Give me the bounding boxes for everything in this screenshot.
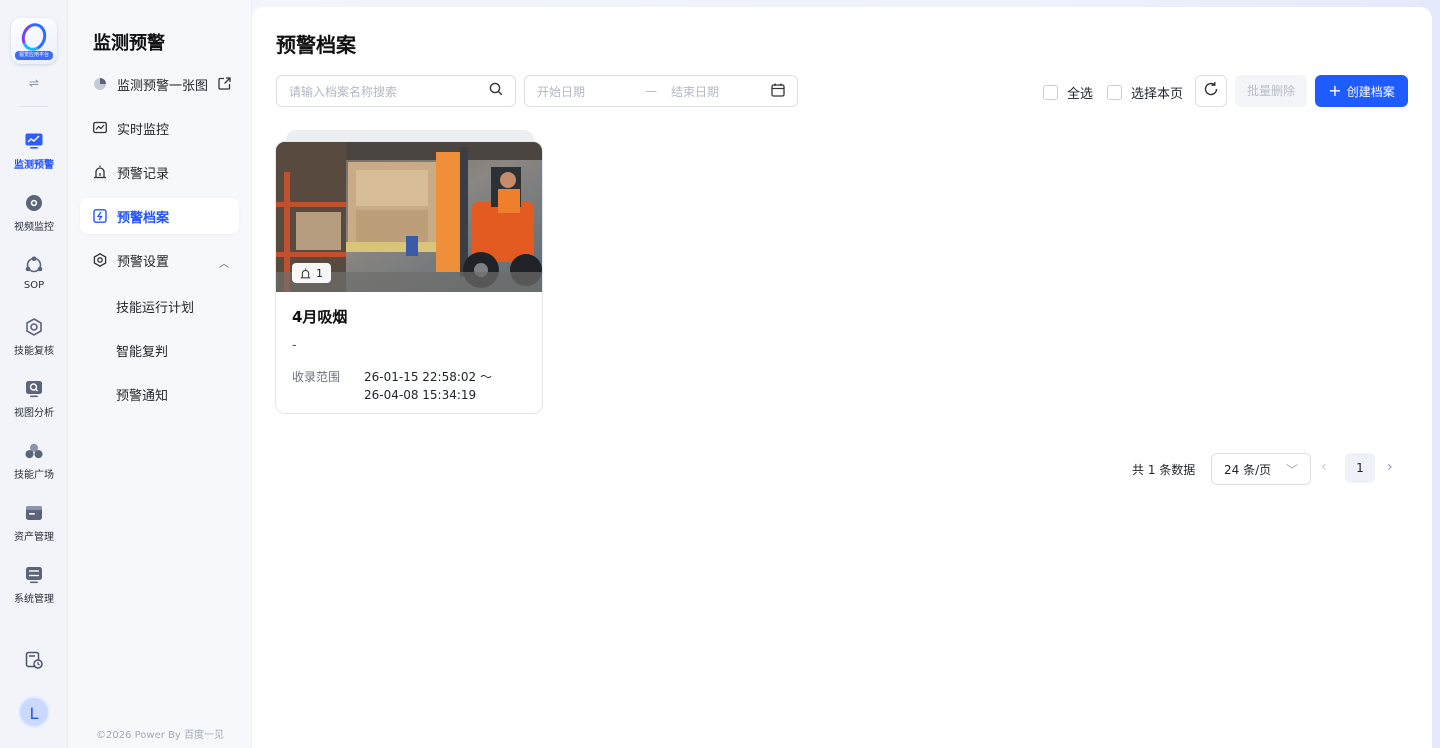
platform-logo[interactable]: 视觉应用平台 <box>11 18 57 64</box>
view-search-icon <box>25 380 43 398</box>
date-end-placeholder[interactable]: 结束日期 <box>671 83 771 100</box>
menu-item-realtime[interactable]: 实时监控 <box>80 110 239 146</box>
total-count: 共 1 条数据 <box>1132 463 1196 477</box>
rail-item-asset[interactable]: 资产管理 <box>0 498 68 550</box>
pie-chart-icon <box>93 77 107 91</box>
select-page-label: 选择本页 <box>1131 87 1184 102</box>
icon-rail: 视觉应用平台 ⇌ 监测预警 视频监控 SOP 技能复核 视图分析 技能广场 资产… <box>0 0 68 748</box>
search-input[interactable]: 请输入档案名称搜索 <box>276 75 516 107</box>
page-title: 预警档案 <box>276 33 356 57</box>
menu-item-label: 预警记录 <box>117 166 170 182</box>
search-icon[interactable] <box>489 82 503 100</box>
rail-item-skill-review[interactable]: 技能复核 <box>0 312 68 364</box>
rail-item-label: SOP <box>23 280 45 291</box>
task-clock-icon[interactable] <box>25 651 43 669</box>
menu-item-label: 预警档案 <box>117 210 170 226</box>
menu-item-alert-archive[interactable]: 预警档案 <box>80 198 239 234</box>
archive-title: 4月吸烟 <box>292 308 348 326</box>
next-page-icon[interactable]: › <box>1387 459 1393 475</box>
submenu-title: 监测预警 <box>93 33 165 54</box>
sub-navigation: 监测预警 监测预警一张图 实时监控 预警记录 预警档案 预警设置 ︿ 技能运行计… <box>68 0 252 748</box>
monitor-chart-icon <box>25 132 43 150</box>
menu-item-alert-settings[interactable]: 预警设置 ︿ <box>80 242 239 278</box>
select-all-label: 全选 <box>1067 87 1094 102</box>
date-start-placeholder[interactable]: 开始日期 <box>537 83 637 100</box>
menu-child-smart-review[interactable]: 智能复判 <box>116 341 168 360</box>
rail-divider <box>20 106 48 107</box>
camera-icon <box>25 194 43 212</box>
main-panel: 预警档案 请输入档案名称搜索 开始日期 — 结束日期 全选 选择本页 批量删除 … <box>252 7 1432 748</box>
refresh-button[interactable] <box>1195 75 1227 107</box>
calendar-icon[interactable] <box>771 83 785 100</box>
menu-child-skill-plan[interactable]: 技能运行计划 <box>116 297 194 316</box>
logo-ring-icon <box>17 19 51 55</box>
select-page-checkbox[interactable]: 选择本页 <box>1107 83 1183 102</box>
menu-item-label: 监测预警一张图 <box>117 78 209 94</box>
refresh-icon <box>1203 81 1219 101</box>
date-separator: — <box>645 84 657 98</box>
rail-item-sop[interactable]: SOP <box>0 250 68 302</box>
chevron-down-icon: ﹀ <box>1285 462 1298 477</box>
rail-item-label: 技能复核 <box>14 346 54 357</box>
search-placeholder: 请输入档案名称搜索 <box>289 84 398 99</box>
rail-item-label: 监测预警 <box>14 160 54 171</box>
page-size-value: 24 条/页 <box>1224 462 1272 477</box>
create-archive-label: 创建档案 <box>1346 84 1395 99</box>
rail-item-label: 资产管理 <box>14 532 54 543</box>
rail-item-label: 系统管理 <box>14 594 54 605</box>
chevron-up-icon[interactable]: ︿ <box>219 255 229 270</box>
system-settings-icon <box>25 566 43 584</box>
rail-item-label: 视频监控 <box>14 222 54 233</box>
collapse-toggle-icon[interactable]: ⇌ <box>0 76 68 90</box>
user-avatar[interactable]: L <box>18 696 50 728</box>
checkbox-box[interactable] <box>1043 85 1058 100</box>
archive-card[interactable]: 1 4月吸烟 - 收录范围 26-01-15 22:58:02 ～ 26-04-… <box>275 141 543 414</box>
settings-hexagon-icon <box>93 253 107 267</box>
rail-item-label: 视图分析 <box>14 408 54 419</box>
rail-item-view-analysis[interactable]: 视图分析 <box>0 374 68 426</box>
menu-item-alert-records[interactable]: 预警记录 <box>80 154 239 190</box>
plus-icon: + <box>1328 81 1342 100</box>
rail-item-video[interactable]: 视频监控 <box>0 188 68 240</box>
rail-item-monitor-alert[interactable]: 监测预警 <box>0 126 68 178</box>
select-all-checkbox[interactable]: 全选 <box>1043 83 1093 102</box>
line-chart-icon <box>93 121 107 135</box>
external-link-icon[interactable] <box>218 77 231 90</box>
date-range-picker[interactable]: 开始日期 — 结束日期 <box>524 75 798 107</box>
alarm-light-icon <box>93 165 107 179</box>
sop-nodes-icon <box>25 256 43 274</box>
prev-page-icon[interactable]: ‹ <box>1321 459 1327 475</box>
hexagon-target-icon <box>25 318 43 336</box>
range-start: 26-01-15 22:58:02 ～ <box>364 370 492 384</box>
range-end: 26-04-08 15:34:19 <box>364 388 477 402</box>
archive-bolt-icon <box>93 209 107 223</box>
rail-item-skill-plaza[interactable]: 技能广场 <box>0 436 68 488</box>
menu-child-alert-notify[interactable]: 预警通知 <box>116 385 168 404</box>
checkbox-box[interactable] <box>1107 85 1122 100</box>
alert-count-badge: 1 <box>292 263 331 283</box>
asset-folder-icon <box>25 504 43 522</box>
page-number-current[interactable]: 1 <box>1345 453 1375 483</box>
menu-item-overview-map[interactable]: 监测预警一张图 <box>80 66 239 102</box>
range-label: 收录范围 <box>292 370 341 384</box>
alarm-light-icon <box>300 267 311 278</box>
page-size-select[interactable]: 24 条/页 ﹀ <box>1211 453 1311 485</box>
copyright-text: ©2026 Power By 百度一见 <box>96 730 224 741</box>
skill-cluster-icon <box>25 442 43 460</box>
rail-item-label: 技能广场 <box>14 470 54 481</box>
alert-count: 1 <box>316 266 323 280</box>
archive-description: - <box>292 338 297 353</box>
menu-item-label: 预警设置 <box>117 254 170 270</box>
logo-tag: 视觉应用平台 <box>15 51 53 60</box>
batch-delete-button[interactable]: 批量删除 <box>1235 75 1307 107</box>
rail-item-system[interactable]: 系统管理 <box>0 560 68 612</box>
create-archive-button[interactable]: + 创建档案 <box>1315 75 1408 107</box>
menu-item-label: 实时监控 <box>117 122 170 138</box>
